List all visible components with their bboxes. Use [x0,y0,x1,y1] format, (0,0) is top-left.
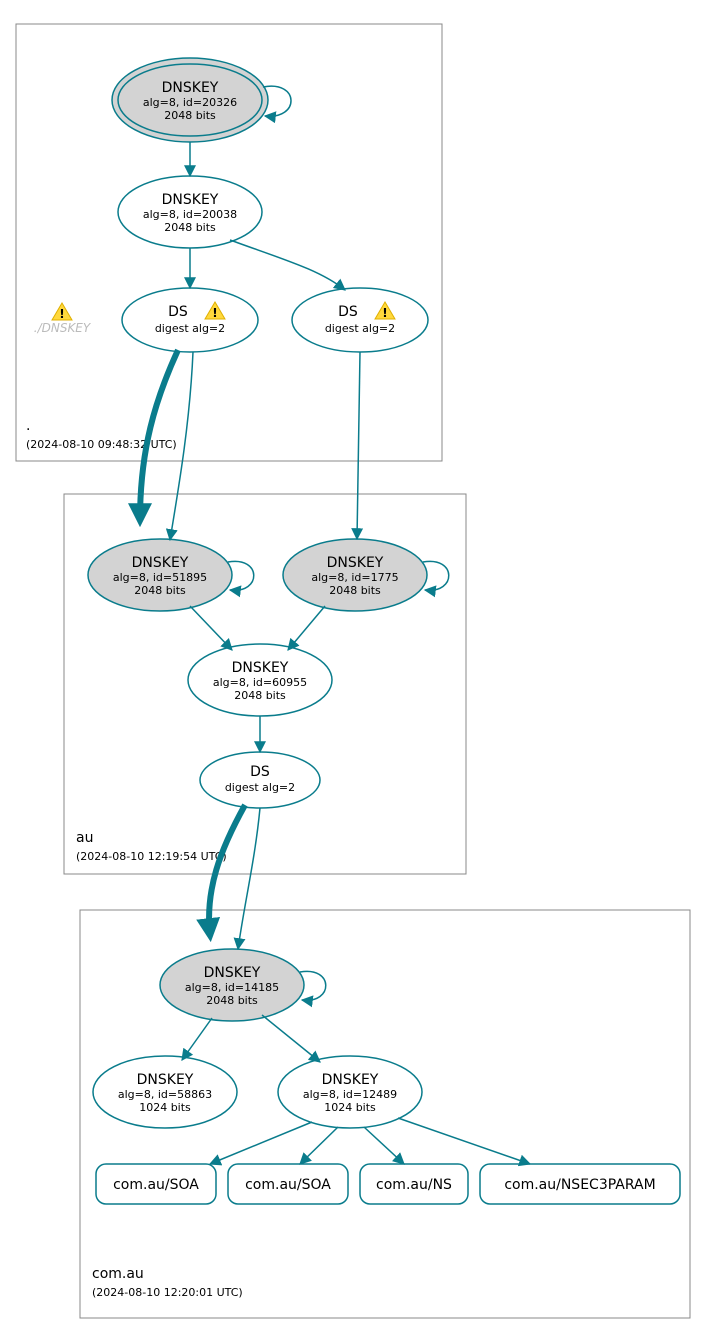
au-ds-node: DS digest alg=2 [200,752,320,808]
svg-text:1024 bits: 1024 bits [324,1101,376,1114]
zone-comau: com.au (2024-08-10 12:20:01 UTC) DNSKEY … [80,805,690,1318]
root-ds2-node: DS digest alg=2 [292,288,428,352]
edge-auksk2-auzsk [288,606,325,650]
rr-ns-node: com.au/NS [360,1164,468,1204]
zone-au-timestamp: (2024-08-10 12:19:54 UTC) [76,850,227,863]
zone-root: . (2024-08-10 09:48:32 UTC) ./DNSKEY DNS… [16,24,442,461]
root-ksk-node: DNSKEY alg=8, id=20326 2048 bits [112,58,268,142]
svg-text:digest alg=2: digest alg=2 [155,322,225,335]
dnssec-graph: ! . (2024-08-10 09:48:32 UTC) ./DNSKEY D… [0,0,701,1333]
svg-text:DS: DS [338,304,358,320]
comau-zsk2-node: DNSKEY alg=8, id=12489 1024 bits [278,1056,422,1128]
svg-text:com.au/NS: com.au/NS [376,1177,452,1193]
au-ksk1-node: DNSKEY alg=8, id=51895 2048 bits [88,539,232,611]
svg-text:alg=8, id=12489: alg=8, id=12489 [303,1088,397,1101]
au-zsk-node: DNSKEY alg=8, id=60955 2048 bits [188,644,332,716]
svg-text:alg=8, id=60955: alg=8, id=60955 [213,676,307,689]
zone-comau-label: com.au [92,1266,144,1282]
au-ksk2-node: DNSKEY alg=8, id=1775 2048 bits [283,539,427,611]
zone-comau-timestamp: (2024-08-10 12:20:01 UTC) [92,1286,243,1299]
rr-soa2-node: com.au/SOA [228,1164,348,1204]
zone-au: au (2024-08-10 12:19:54 UTC) DNSKEY alg=… [64,350,466,874]
zone-root-label: . [26,418,30,434]
edge-zsk2-ns [364,1127,404,1164]
edge-ds2-auksk2 [357,352,360,539]
svg-text:2048 bits: 2048 bits [164,109,216,122]
svg-text:DS: DS [250,764,270,780]
edge-comauksk-zsk1 [182,1018,212,1060]
edge-auds-comauksk-thick [209,805,245,935]
svg-text:DS: DS [168,304,188,320]
svg-text:1024 bits: 1024 bits [139,1101,191,1114]
root-ds1-node: DS digest alg=2 [122,288,258,352]
zone-au-label: au [76,830,93,846]
svg-text:com.au/SOA: com.au/SOA [245,1177,331,1193]
svg-text:2048 bits: 2048 bits [329,584,381,597]
svg-text:alg=8, id=58863: alg=8, id=58863 [118,1088,212,1101]
comau-ksk-node: DNSKEY alg=8, id=14185 2048 bits [160,949,304,1021]
comau-zsk1-node: DNSKEY alg=8, id=58863 1024 bits [93,1056,237,1128]
edge-comauksk-zsk2 [262,1015,320,1062]
svg-text:DNSKEY: DNSKEY [204,965,261,981]
svg-text:com.au/SOA: com.au/SOA [113,1177,199,1193]
edge-rootzsk-ds2 [230,240,345,290]
rr-soa1-node: com.au/SOA [96,1164,216,1204]
svg-text:alg=8, id=14185: alg=8, id=14185 [185,981,279,994]
svg-text:DNSKEY: DNSKEY [162,80,219,96]
svg-text:alg=8, id=1775: alg=8, id=1775 [311,571,398,584]
svg-text:2048 bits: 2048 bits [206,994,258,1007]
warning-icon [52,303,72,321]
svg-text:DNSKEY: DNSKEY [322,1072,379,1088]
svg-text:2048 bits: 2048 bits [164,221,216,234]
svg-text:digest alg=2: digest alg=2 [225,781,295,794]
zone-root-timestamp: (2024-08-10 09:48:32 UTC) [26,438,177,451]
svg-text:2048 bits: 2048 bits [134,584,186,597]
edge-zsk2-nsec3 [398,1118,530,1164]
svg-text:2048 bits: 2048 bits [234,689,286,702]
rr-nsec3-node: com.au/NSEC3PARAM [480,1164,680,1204]
svg-text:DNSKEY: DNSKEY [232,660,289,676]
edge-auksk1-auzsk [190,606,232,650]
faded-dnskey-label: ./DNSKEY [34,321,92,335]
root-zsk-node: DNSKEY alg=8, id=20038 2048 bits [118,176,262,248]
edge-auds-comauksk [238,808,260,949]
svg-text:DNSKEY: DNSKEY [137,1072,194,1088]
edge-zsk2-soa1 [210,1122,312,1164]
svg-text:DNSKEY: DNSKEY [132,555,189,571]
svg-text:alg=8, id=51895: alg=8, id=51895 [113,571,207,584]
svg-text:DNSKEY: DNSKEY [327,555,384,571]
svg-text:alg=8, id=20038: alg=8, id=20038 [143,208,237,221]
svg-text:DNSKEY: DNSKEY [162,192,219,208]
svg-text:digest alg=2: digest alg=2 [325,322,395,335]
edge-zsk2-soa2 [300,1127,338,1164]
svg-text:alg=8, id=20326: alg=8, id=20326 [143,96,237,109]
svg-text:com.au/NSEC3PARAM: com.au/NSEC3PARAM [504,1177,655,1193]
